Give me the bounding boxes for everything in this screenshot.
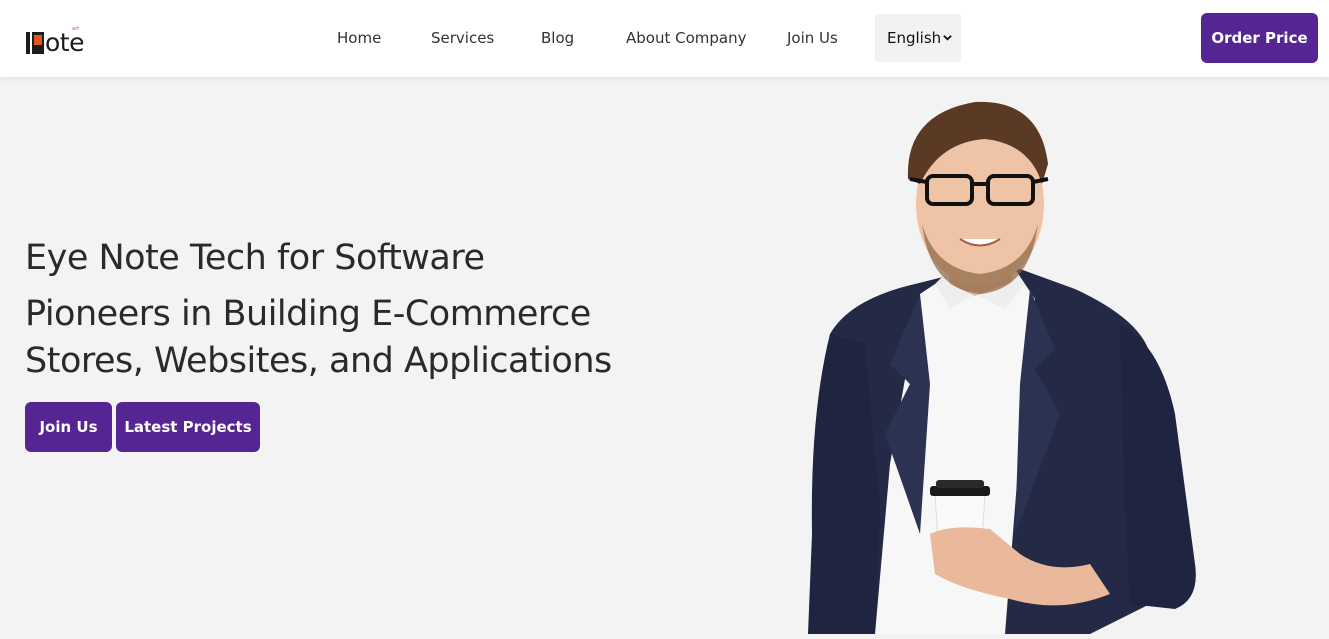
language-select[interactable]: English (875, 14, 961, 62)
hero-title-line-2: Pioneers in Building E-Commerce (25, 294, 591, 334)
logo-text: ote (45, 28, 84, 57)
latest-projects-button[interactable]: Latest Projects (116, 402, 260, 452)
hero-title-line-3: Stores, Websites, and Applications (25, 341, 612, 381)
nav-join-us[interactable]: Join Us (787, 29, 838, 47)
nav-home[interactable]: Home (337, 29, 381, 47)
nav-services[interactable]: Services (431, 29, 494, 47)
hero-person-image (808, 101, 1196, 634)
hero-title-line-1: Eye Note Tech for Software (25, 238, 485, 278)
nav-blog[interactable]: Blog (541, 29, 574, 47)
header: ote art Home Services Blog About Company… (0, 0, 1329, 77)
logo-mark-icon (26, 32, 45, 54)
language-selected: English (887, 29, 942, 47)
join-us-button[interactable]: Join Us (25, 402, 112, 452)
order-price-button[interactable]: Order Price (1201, 13, 1318, 63)
chevron-down-icon (943, 35, 952, 41)
nav-about-company[interactable]: About Company (626, 29, 746, 47)
logo-subtext: art (72, 26, 80, 32)
